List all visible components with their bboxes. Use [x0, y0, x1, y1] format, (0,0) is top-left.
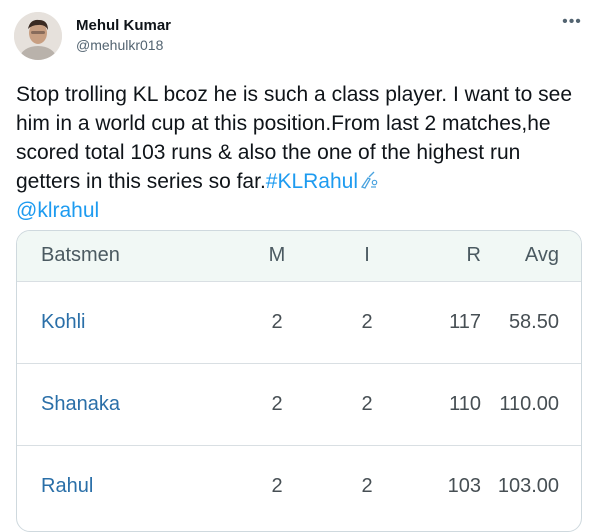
runs-value: 117 — [449, 310, 481, 333]
avatar-photo-icon — [14, 12, 62, 60]
average-value: 110.00 — [499, 392, 559, 415]
average-value: 58.50 — [508, 310, 559, 333]
stats-table: Batsmen M I R Avg Kohli 2 2 117 58.50 Sh… — [17, 231, 581, 527]
player-name: Rahul — [41, 474, 94, 497]
author-handle[interactable]: @mehulkr018 — [76, 37, 163, 53]
runs-value: 110 — [449, 392, 481, 415]
header-batsmen: Batsmen — [41, 244, 120, 267]
more-options-icon[interactable]: ••• — [560, 14, 584, 38]
header-runs: R — [466, 244, 481, 267]
table-row: Rahul 2 2 103 103.00 — [17, 445, 581, 527]
author-display-name[interactable]: Mehul Kumar — [76, 17, 171, 34]
avatar[interactable] — [14, 12, 62, 60]
runs-value: 103 — [447, 474, 481, 497]
average-value: 103.00 — [497, 474, 559, 497]
matches-value: 2 — [271, 310, 283, 333]
matches-value: 2 — [271, 392, 283, 415]
header-innings: I — [364, 244, 370, 267]
tweet-header: Mehul Kumar @mehulkr018 ••• — [0, 0, 598, 70]
table-header-row: Batsmen M I R Avg — [17, 231, 581, 281]
table-row: Kohli 2 2 117 58.50 — [17, 281, 581, 363]
player-name: Kohli — [41, 310, 86, 333]
header-average: Avg — [524, 244, 559, 267]
matches-value: 2 — [271, 474, 283, 497]
innings-value: 2 — [361, 474, 373, 497]
mention-link[interactable]: @klrahul — [16, 199, 99, 222]
player-name: Shanaka — [41, 392, 120, 415]
hashtag-link[interactable]: #KLRahul — [266, 170, 358, 193]
innings-value: 2 — [361, 392, 373, 415]
stats-card[interactable]: Batsmen M I R Avg Kohli 2 2 117 58.50 Sh… — [16, 230, 582, 532]
cricket-emoji-icon — [359, 169, 379, 189]
table-row: Shanaka 2 2 110 110.00 — [17, 363, 581, 445]
tweet-text: Stop trolling KL bcoz he is such a class… — [16, 80, 586, 225]
innings-value: 2 — [361, 310, 373, 333]
header-matches: M — [268, 244, 286, 267]
